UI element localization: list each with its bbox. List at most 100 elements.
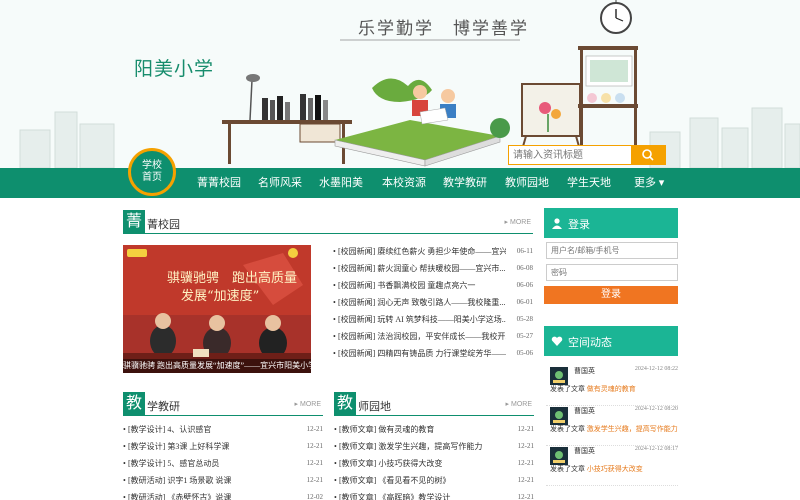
news-title[interactable]: [教研活动] 《赤壁怀古》说课 <box>128 489 298 500</box>
nav-item-teacher-garden[interactable]: 教师园地 <box>505 168 549 198</box>
list-item[interactable]: • [教师文章] 做有灵魂的教育 12-21 <box>334 421 534 438</box>
news-title[interactable]: [教学设计] 4、认识感官 <box>128 421 298 438</box>
feed-item[interactable]: 曹国英 2024-12-12 08:22 发表了文章 做有灵魂的教育 <box>546 364 678 406</box>
login-panel-title: 登录 <box>568 219 590 231</box>
feed-time: 2024-12-12 08:20 <box>634 406 678 412</box>
teaching-more-link[interactable]: MORE <box>295 400 321 408</box>
news-date: 06-11 <box>516 247 533 255</box>
teaching-section-title: 学教研 <box>147 401 180 413</box>
feed-user-name[interactable]: 曹国英 <box>574 406 595 416</box>
photo-caption[interactable]: 骐骥驰骋 跑出高质量发展“加速度”——宜兴市阳美小学 <box>123 359 311 373</box>
nav-item-student-world[interactable]: 学生天地 <box>567 168 611 198</box>
list-item[interactable]: • [校园新闻] 法治润校园，平安伴成长——我校开... 05-27 <box>333 328 533 345</box>
site-title[interactable]: 阳美小学 <box>134 54 214 81</box>
news-title[interactable]: [校园新闻] 润心无声 致敬引路人——我校隆重... <box>338 294 506 311</box>
bullet: • <box>123 493 126 500</box>
bullet: • <box>334 493 337 500</box>
avatar[interactable] <box>550 367 568 385</box>
news-date: 12-02 <box>306 493 323 500</box>
list-item[interactable]: • [教学设计] 第3课 上好科学课 12-21 <box>123 438 323 455</box>
news-title[interactable]: [校园新闻] 四精四有铸品质 力行课堂绽芳华——... <box>338 345 506 362</box>
main-content: 菁 菁校园 MORE 骐骥驰骋 跑出高质量 发展“ <box>0 198 800 500</box>
news-title[interactable]: [教师文章] 激发学生兴趣，提高写作能力 <box>339 438 509 455</box>
password-field[interactable] <box>546 264 678 281</box>
list-item[interactable]: • [教师文章] 小技巧获得大改变 12-21 <box>334 455 534 472</box>
nav-item-school-resources[interactable]: 本校资源 <box>382 168 426 198</box>
campus-photo[interactable]: 骐骥驰骋 跑出高质量 发展“加速度” 骐骥驰骋 跑出高质量发展“加速度”——宜兴… <box>123 245 311 373</box>
bullet: • <box>333 281 336 290</box>
feed-article-link[interactable]: 小技巧获得大改变 <box>587 465 643 473</box>
news-title[interactable]: [校园新闻] 法治润校园，平安伴成长——我校开... <box>338 328 506 345</box>
bullet: • <box>334 442 337 451</box>
news-date: 12-21 <box>517 493 534 500</box>
teaching-section-badge: 教 <box>123 392 145 416</box>
list-item[interactable]: • [教学设计] 5、感官总动员 12-21 <box>123 455 323 472</box>
list-item[interactable]: • [教师文章] 激发学生兴趣，提高写作能力 12-21 <box>334 438 534 455</box>
news-title[interactable]: [校园新闻] 赓续红色薪火 勇担少年使命——宜兴... <box>338 243 506 260</box>
news-title[interactable]: [校园新闻] 薪火润童心 帮扶暖校园——宜兴市... <box>338 260 506 277</box>
bullet: • <box>123 476 126 485</box>
news-title[interactable]: [校园新闻] 玩转 AI 筑梦科技——阳美小学这场... <box>338 311 506 328</box>
avatar[interactable] <box>550 447 568 465</box>
news-date: 05-28 <box>516 315 533 323</box>
feed-item[interactable]: 曹国英 2024-12-12 08:17 发表了文章 小技巧获得大改变 <box>546 444 678 486</box>
search-icon <box>642 149 654 161</box>
list-item[interactable]: • [教师文章] 《高晖暗》教学设计 12-21 <box>334 489 534 500</box>
nav-home-button[interactable]: 学校首页 <box>128 148 176 196</box>
feed-action: 发表了文章 <box>550 465 585 473</box>
news-date: 12-21 <box>517 459 534 467</box>
feed-item[interactable]: 曹国英 2024-12-12 08:20 发表了文章 激发学生兴趣，提高写作能力 <box>546 404 678 446</box>
news-title[interactable]: [教师文章] 小技巧获得大改变 <box>339 455 509 472</box>
bullet: • <box>123 442 126 451</box>
news-title[interactable]: [教师文章] 《高晖暗》教学设计 <box>339 489 509 500</box>
list-item[interactable]: • [教师文章] 《看见看不见的树》 12-21 <box>334 472 534 489</box>
avatar[interactable] <box>550 407 568 425</box>
news-title[interactable]: [教研活动] 识字1 场景歌 说课 <box>128 472 298 489</box>
news-title[interactable]: [校园新闻] 书香飘满校园 童趣点亮六一 <box>338 277 506 294</box>
search-box <box>508 145 666 165</box>
list-item[interactable]: • [教学设计] 4、认识感官 12-21 <box>123 421 323 438</box>
nav-item-teachers-style[interactable]: 名师风采 <box>258 168 302 198</box>
list-item[interactable]: • [校园新闻] 薪火润童心 帮扶暖校园——宜兴市... 06-08 <box>333 260 533 277</box>
list-item[interactable]: • [校园新闻] 玩转 AI 筑梦科技——阳美小学这场... 05-28 <box>333 311 533 328</box>
list-item[interactable]: • [校园新闻] 书香飘满校园 童趣点亮六一 06-06 <box>333 277 533 294</box>
bullet: • <box>123 459 126 468</box>
list-item[interactable]: • [校园新闻] 润心无声 致敬引路人——我校隆重... 06-01 <box>333 294 533 311</box>
news-title[interactable]: [教师文章] 做有灵魂的教育 <box>339 421 509 438</box>
search-input[interactable] <box>509 146 631 164</box>
feed-action: 发表了文章 <box>550 425 585 433</box>
search-button[interactable] <box>631 146 665 164</box>
feed-article-link[interactable]: 做有灵魂的教育 <box>587 385 636 393</box>
campus-section-badge: 菁 <box>123 210 145 234</box>
feed-time: 2024-12-12 08:22 <box>634 366 678 372</box>
list-item[interactable]: • [校园新闻] 赓续红色薪火 勇担少年使命——宜兴... 06-11 <box>333 243 533 260</box>
username-field[interactable] <box>546 242 678 259</box>
nav-item-teaching-research[interactable]: 教学教研 <box>443 168 487 198</box>
bullet: • <box>333 264 336 273</box>
login-button[interactable]: 登录 <box>544 286 678 304</box>
nav-item-more[interactable]: 更多 ▾ <box>634 168 664 198</box>
list-item[interactable]: • [校园新闻] 四精四有铸品质 力行课堂绽芳华——... 05-06 <box>333 345 533 362</box>
news-title[interactable]: [教学设计] 第3课 上好科学课 <box>128 438 298 455</box>
campus-more-link[interactable]: MORE <box>505 218 531 226</box>
news-title[interactable]: [教学设计] 5、感官总动员 <box>128 455 298 472</box>
news-date: 06-06 <box>516 281 533 289</box>
user-icon <box>551 217 563 229</box>
bullet: • <box>333 247 336 256</box>
list-item[interactable]: • [教研活动] 识字1 场景歌 说课 12-21 <box>123 472 323 489</box>
list-item[interactable]: • [教研活动] 《赤壁怀古》说课 12-02 <box>123 489 323 500</box>
feed-article-link[interactable]: 激发学生兴趣，提高写作能力 <box>587 425 678 433</box>
nav-item-ink-yangmei[interactable]: 水墨阳美 <box>319 168 363 198</box>
news-title[interactable]: [教师文章] 《看见看不见的树》 <box>339 472 509 489</box>
header-banner: 乐学勤学 博学善学 阳美小学 <box>0 0 800 168</box>
nav-item-campus[interactable]: 菁菁校园 <box>197 168 241 198</box>
news-date: 05-06 <box>516 349 533 357</box>
feed-user-name[interactable]: 曹国英 <box>574 446 595 456</box>
news-date: 12-21 <box>306 425 323 433</box>
photo-banner-line2: 发展“加速度” <box>181 289 260 304</box>
news-date: 06-08 <box>516 264 533 272</box>
campus-section-title: 菁校园 <box>147 219 180 231</box>
space-panel-header: 空间动态 <box>544 326 678 356</box>
feed-user-name[interactable]: 曹国英 <box>574 366 595 376</box>
teachers-more-link[interactable]: MORE <box>506 400 532 408</box>
